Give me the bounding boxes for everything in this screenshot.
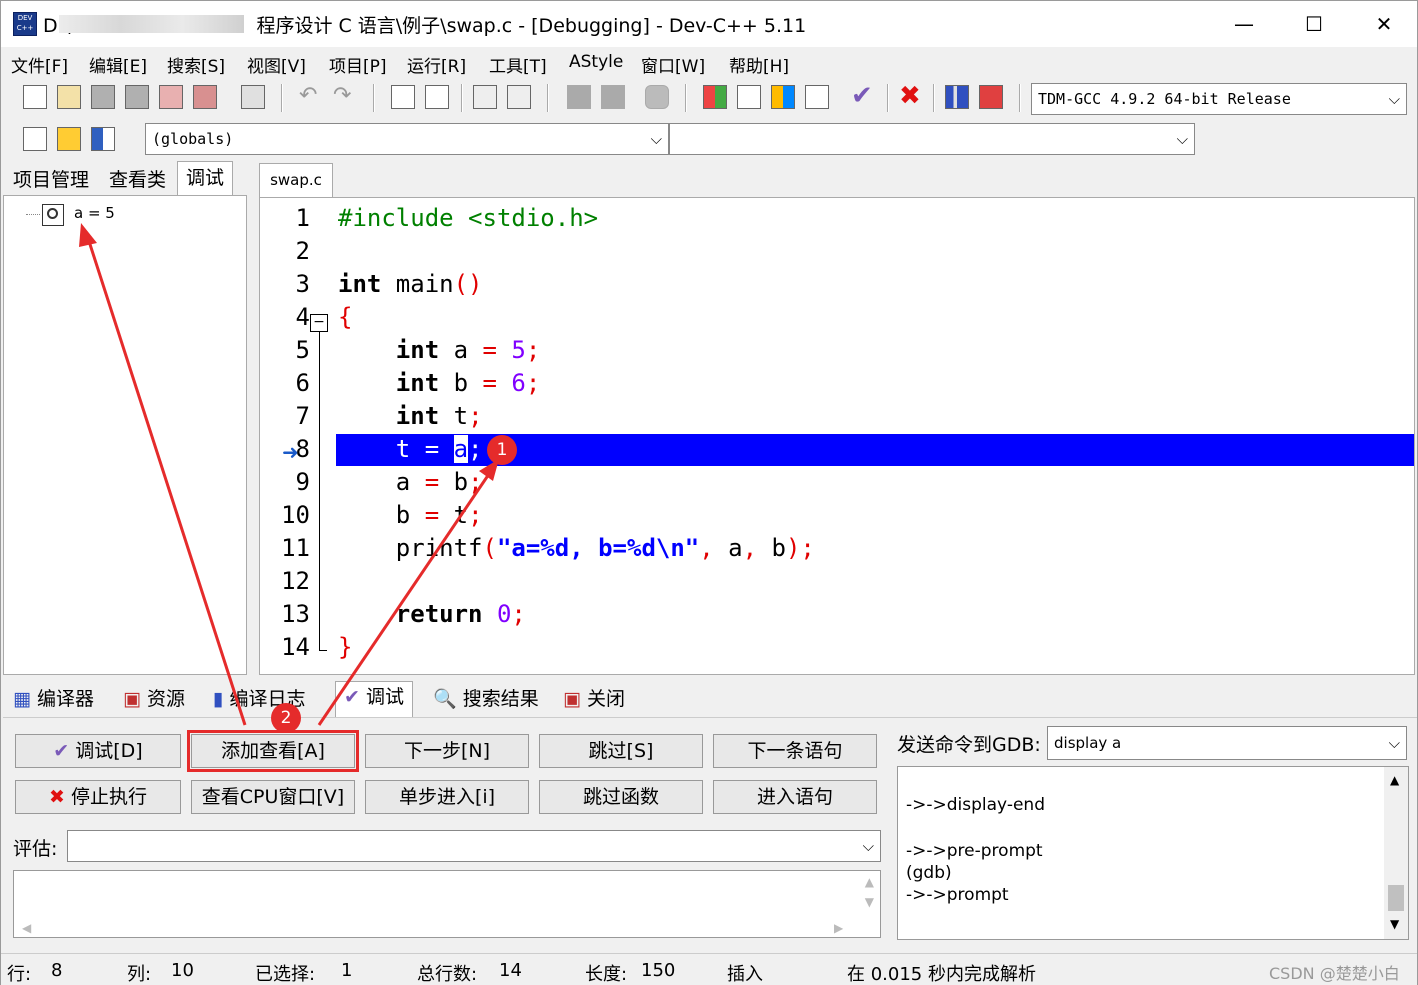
- devcpp-window: DEV C++ D:\ 程序设计 C 语言\例子\swap.c - [Debugg…: [0, 0, 1418, 985]
- arrow-to-watch-item: [85, 234, 247, 726]
- annotation-badge-1: 1: [487, 435, 517, 465]
- annotation-arrows: [79, 223, 499, 726]
- annotation-badge-2: 2: [271, 703, 301, 733]
- arrow-head: [79, 223, 97, 247]
- arrow-to-variable-a: [317, 470, 493, 726]
